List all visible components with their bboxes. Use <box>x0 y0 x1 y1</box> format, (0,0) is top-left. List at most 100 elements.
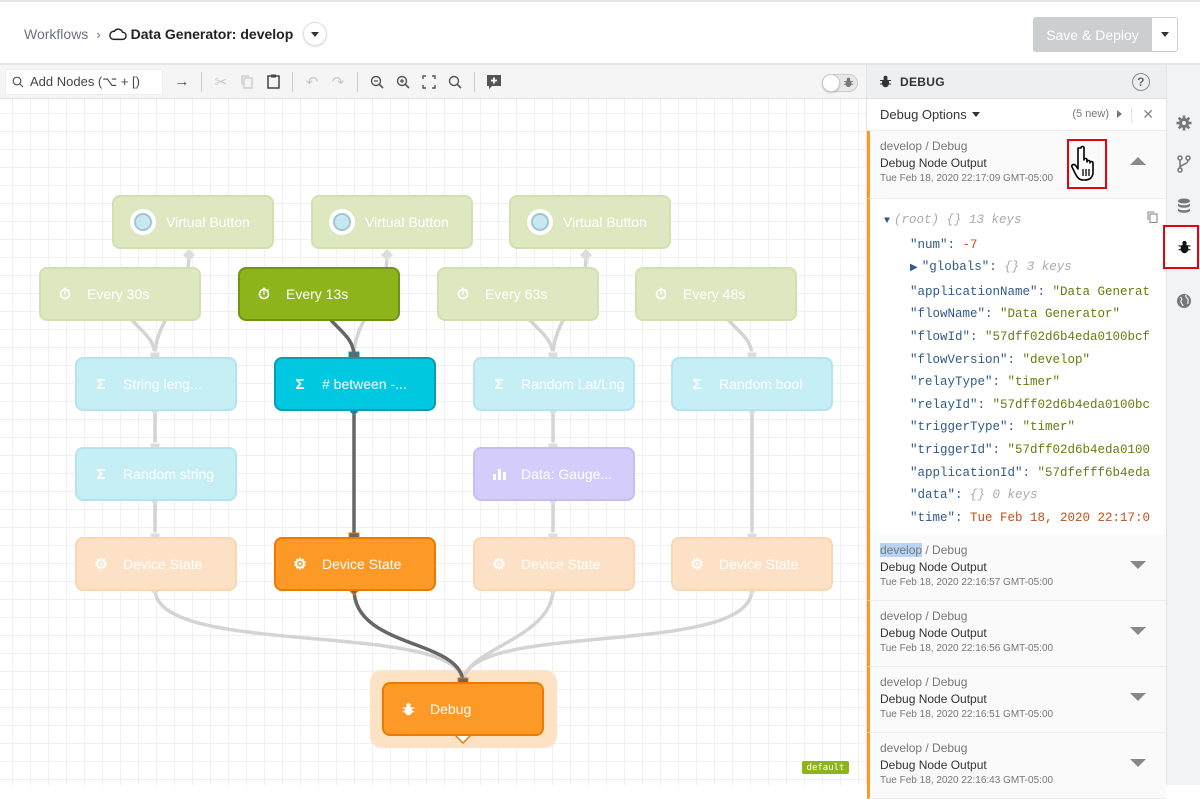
expand-entry-button[interactable] <box>1130 561 1146 569</box>
debug-entry-expanded[interactable]: develop / Debug Debug Node Output Tue Fe… <box>867 131 1166 199</box>
json-line: "flowId": "57dff02d6b4eda0100bcf <box>884 326 1166 349</box>
node-random-bool[interactable]: Σ Random bool <box>671 357 833 411</box>
node-device-state-4[interactable]: ⚙ Device State <box>671 537 833 591</box>
node-timer-63s[interactable]: ⏱ Every 63s <box>437 267 599 321</box>
help-icon[interactable]: ? <box>1132 73 1150 91</box>
sigma-icon: Σ <box>96 465 106 483</box>
expand-entry-button[interactable] <box>1130 759 1146 767</box>
json-line: "relayId": "57dff02d6b4eda0100bc <box>884 394 1166 417</box>
node-timer-30s[interactable]: ⏱ Every 30s <box>39 267 201 321</box>
workflow-menu-button[interactable] <box>303 22 328 46</box>
stopwatch-icon: ⏱ <box>59 285 71 303</box>
node-device-state-1[interactable]: ⚙ Device State <box>75 537 237 591</box>
node-label: Random Lat/Lng <box>521 376 625 392</box>
add-comment-icon[interactable] <box>481 69 507 95</box>
node-data-gauge[interactable]: Data: Gauge... <box>473 447 635 501</box>
add-nodes-input[interactable]: Add Nodes (⌥ + [) <box>5 68 163 95</box>
debug-options-dropdown[interactable]: Debug Options <box>880 107 967 122</box>
fit-to-screen-icon[interactable] <box>416 69 442 95</box>
zoom-in-icon[interactable] <box>390 69 416 95</box>
entry-path: develop / Debug <box>880 675 1166 689</box>
breadcrumb-workflows-link[interactable]: Workflows <box>24 26 88 42</box>
node-string-length[interactable]: Σ String leng... <box>75 357 237 411</box>
json-line: "relayType": "timer" <box>884 371 1166 394</box>
debug-entry[interactable]: develop / Debug Debug Node Output Tue Feb … <box>867 667 1166 733</box>
virtual-button-icon <box>130 209 156 235</box>
wire <box>461 587 754 685</box>
json-line: "flowName": "Data Generator" <box>884 303 1166 326</box>
node-device-state-3[interactable]: ⚙ Device State <box>473 537 635 591</box>
node-random-string[interactable]: Σ Random string <box>75 447 237 501</box>
expand-entry-button[interactable] <box>1130 627 1146 635</box>
node-timer-48s[interactable]: ⏱ Every 48s <box>635 267 797 321</box>
json-value: "Data Generator" <box>1000 307 1121 322</box>
cut-icon[interactable]: ✂ <box>208 69 234 95</box>
chevron-down-icon <box>311 31 320 37</box>
deploy-options-button[interactable] <box>1152 17 1178 52</box>
node-timer-13s[interactable]: ⏱ Every 13s <box>238 267 400 321</box>
paste-icon[interactable] <box>260 69 286 95</box>
stopwatch-icon: ⏱ <box>655 285 667 303</box>
new-messages-button[interactable]: (5 new) <box>1072 108 1122 120</box>
rail-settings[interactable] <box>1174 113 1194 133</box>
node-virtual-button-2[interactable]: Virtual Button <box>311 195 473 249</box>
clear-messages-button[interactable]: ✕ <box>1142 106 1154 123</box>
debug-entry[interactable]: develop / Debug Debug Node Output Tue Feb … <box>867 535 1166 601</box>
json-line: "flowVersion": "develop" <box>884 349 1166 372</box>
expand-arrow-icon: ▶ <box>910 263 918 275</box>
copy-json-icon[interactable] <box>1147 211 1158 223</box>
copy-icon[interactable] <box>234 69 260 95</box>
entry-path: develop / Debug <box>880 741 1166 755</box>
arrow-right-icon[interactable]: → <box>169 69 195 95</box>
bar-chart-icon <box>491 468 507 480</box>
caret-down-icon <box>1130 627 1146 635</box>
zoom-reset-icon[interactable] <box>442 69 468 95</box>
undo-icon[interactable]: ↶ <box>299 69 325 95</box>
json-line[interactable]: ▶ "globals": {} 3 keys <box>884 256 1166 281</box>
workflow-canvas[interactable]: Virtual Button Virtual Button Virtual Bu… <box>0 99 866 785</box>
expand-entry-button[interactable] <box>1130 693 1146 701</box>
node-device-state-2[interactable]: ⚙ Device State <box>274 537 436 591</box>
node-label: Every 13s <box>286 286 349 302</box>
json-key: "flowVersion" <box>910 352 1008 367</box>
save-deploy-button[interactable]: Save & Deploy <box>1033 17 1152 52</box>
debug-entry[interactable]: develop / Debug Debug Node Output Tue Feb … <box>867 601 1166 667</box>
node-label: Device State <box>521 556 601 572</box>
entry-time: Tue Feb 18, 2020 22:17:09 GMT-05:00 <box>880 173 1054 184</box>
json-colon: : <box>985 307 1001 322</box>
device-state-icon: ⚙ <box>492 556 506 573</box>
bug-icon <box>843 77 854 88</box>
new-count: (5 new) <box>1072 108 1109 120</box>
node-number-between[interactable]: Σ # between -... <box>274 357 436 411</box>
zoom-out-icon[interactable] <box>364 69 390 95</box>
json-root[interactable]: ▼ (root) {} 13 keys <box>884 209 1166 234</box>
rail-debug[interactable] <box>1174 237 1194 257</box>
node-virtual-button-1[interactable]: Virtual Button <box>112 195 274 249</box>
device-state-icon: ⚙ <box>94 556 108 573</box>
cloud-icon <box>108 28 127 41</box>
json-value: {} 3 keys <box>1004 260 1072 275</box>
rail-versions[interactable] <box>1174 154 1194 174</box>
debug-panel: DEBUG ? Debug Options (5 new) ✕ develop … <box>866 65 1166 799</box>
node-virtual-button-3[interactable]: Virtual Button <box>509 195 671 249</box>
divider <box>1131 107 1132 123</box>
search-icon <box>12 76 24 87</box>
debug-toggle[interactable] <box>822 74 858 92</box>
json-line: "applicationName": "Data Generat <box>884 281 1166 304</box>
json-value: "timer" <box>1022 420 1076 435</box>
json-value: "57dff02d6b4eda0100bc <box>992 397 1151 412</box>
node-debug[interactable]: Debug <box>382 682 544 736</box>
device-state-icon: ⚙ <box>293 556 307 573</box>
rail-storage[interactable] <box>1174 196 1194 216</box>
sigma-icon: Σ <box>494 375 504 393</box>
redo-icon[interactable]: ↷ <box>325 69 351 95</box>
debug-entry[interactable]: develop / Debug Debug Node Output Tue Feb … <box>867 733 1166 799</box>
hand-cursor-icon <box>1071 145 1094 181</box>
toolbar-divider <box>357 71 358 92</box>
collapse-entry-button[interactable] <box>1130 157 1146 165</box>
node-random-latlng[interactable]: Σ Random Lat/Lng <box>473 357 635 411</box>
virtual-button-icon <box>329 209 355 235</box>
json-key: "data" <box>910 488 956 503</box>
deploy-group: Save & Deploy <box>1033 17 1178 52</box>
rail-globals[interactable] <box>1174 291 1194 311</box>
